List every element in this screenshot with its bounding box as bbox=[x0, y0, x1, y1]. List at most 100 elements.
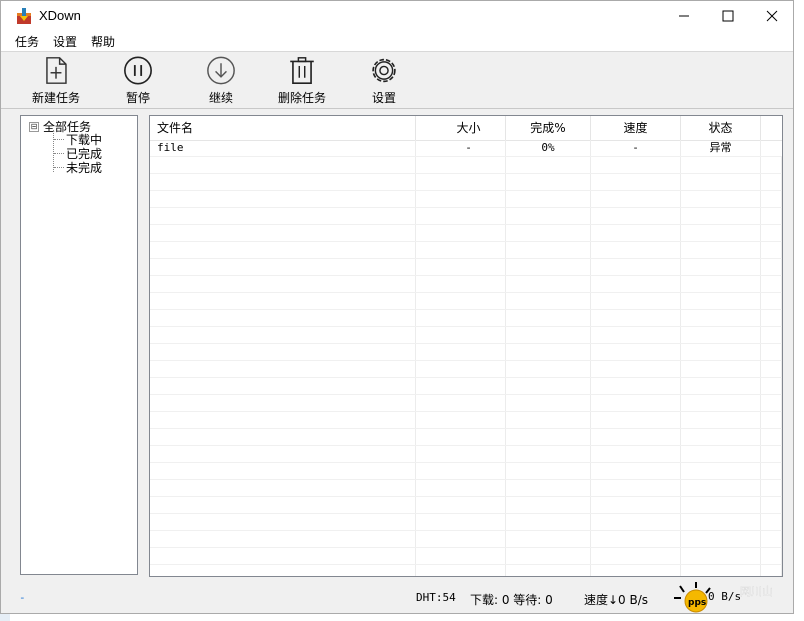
empty-cell bbox=[416, 293, 506, 309]
empty-cell bbox=[506, 395, 591, 411]
empty-cell bbox=[416, 208, 506, 224]
resume-button[interactable]: 继续 bbox=[181, 56, 261, 106]
empty-cell bbox=[150, 208, 416, 224]
menu-task[interactable]: 任务 bbox=[15, 33, 39, 50]
empty-cell bbox=[506, 242, 591, 258]
empty-cell bbox=[591, 344, 681, 360]
list-header: 文件名 大小 完成% 速度 状态 bbox=[150, 116, 782, 141]
menu-help[interactable]: 帮助 bbox=[91, 33, 115, 50]
column-header-filename[interactable]: 文件名 bbox=[150, 116, 416, 140]
window-title: XDown bbox=[39, 8, 81, 23]
empty-row bbox=[150, 191, 782, 208]
app-window: XDown 任务 设置 帮助 新建任务 暂停 继续 删除任务 设置 ⊟ 全部任务… bbox=[0, 0, 794, 614]
empty-cell bbox=[416, 344, 506, 360]
empty-cell bbox=[591, 225, 681, 241]
empty-cell bbox=[150, 293, 416, 309]
delete-task-button[interactable]: 删除任务 bbox=[262, 56, 342, 106]
empty-cell bbox=[150, 259, 416, 275]
empty-cell bbox=[681, 446, 761, 462]
cell-speed: - bbox=[591, 140, 681, 156]
column-header-speed[interactable]: 速度 bbox=[591, 116, 681, 140]
empty-cell bbox=[591, 412, 681, 428]
list-rows: file - 0% - 异常 bbox=[150, 140, 782, 576]
pause-icon bbox=[124, 56, 152, 85]
empty-cell bbox=[591, 157, 681, 173]
empty-cell bbox=[150, 514, 416, 530]
empty-cell bbox=[150, 480, 416, 496]
minimize-button[interactable] bbox=[661, 1, 707, 31]
empty-cell bbox=[150, 531, 416, 547]
empty-cell bbox=[416, 225, 506, 241]
empty-cell bbox=[761, 191, 782, 207]
maximize-button[interactable] bbox=[705, 1, 751, 31]
empty-row bbox=[150, 412, 782, 429]
empty-cell bbox=[506, 463, 591, 479]
empty-cell bbox=[416, 327, 506, 343]
empty-cell bbox=[761, 429, 782, 445]
empty-cell bbox=[506, 565, 591, 576]
empty-cell bbox=[591, 378, 681, 394]
empty-cell bbox=[416, 412, 506, 428]
new-task-button[interactable]: 新建任务 bbox=[16, 56, 96, 106]
empty-cell bbox=[416, 565, 506, 576]
tree-item-incomplete[interactable]: 未完成 bbox=[54, 159, 102, 176]
cell-size: - bbox=[416, 140, 506, 156]
empty-cell bbox=[416, 395, 506, 411]
empty-cell bbox=[681, 429, 761, 445]
svg-text:pps: pps bbox=[688, 598, 706, 608]
empty-cell bbox=[506, 497, 591, 513]
pause-button[interactable]: 暂停 bbox=[98, 56, 178, 106]
empty-cell bbox=[761, 480, 782, 496]
empty-cell bbox=[506, 208, 591, 224]
column-header-size[interactable]: 大小 bbox=[416, 116, 506, 140]
empty-cell bbox=[506, 446, 591, 462]
task-list: 文件名 大小 完成% 速度 状态 file - 0% - 异常 bbox=[149, 115, 783, 577]
column-header-status[interactable]: 状态 bbox=[681, 116, 761, 140]
empty-cell bbox=[416, 548, 506, 564]
column-header-percent[interactable]: 完成% bbox=[506, 116, 591, 140]
empty-cell bbox=[591, 395, 681, 411]
empty-cell bbox=[591, 497, 681, 513]
empty-row bbox=[150, 310, 782, 327]
empty-row bbox=[150, 548, 782, 565]
resume-icon bbox=[207, 56, 235, 85]
empty-cell bbox=[761, 208, 782, 224]
empty-cell bbox=[591, 429, 681, 445]
close-icon bbox=[766, 10, 778, 22]
empty-cell bbox=[591, 514, 681, 530]
empty-cell bbox=[761, 463, 782, 479]
empty-cell bbox=[761, 242, 782, 258]
empty-cell bbox=[591, 531, 681, 547]
empty-cell bbox=[150, 429, 416, 445]
empty-cell bbox=[416, 259, 506, 275]
empty-cell bbox=[681, 225, 761, 241]
empty-cell bbox=[681, 242, 761, 258]
empty-cell bbox=[761, 531, 782, 547]
empty-row bbox=[150, 361, 782, 378]
empty-cell bbox=[506, 412, 591, 428]
empty-cell bbox=[761, 395, 782, 411]
empty-cell bbox=[150, 548, 416, 564]
close-button[interactable] bbox=[749, 1, 795, 31]
empty-cell bbox=[506, 344, 591, 360]
empty-cell bbox=[506, 293, 591, 309]
empty-cell bbox=[150, 242, 416, 258]
status-speed: 速度↓0 B/s bbox=[584, 593, 649, 607]
empty-cell bbox=[681, 497, 761, 513]
new-task-label: 新建任务 bbox=[31, 91, 80, 105]
menu-settings[interactable]: 设置 bbox=[53, 33, 77, 50]
collapse-icon[interactable]: ⊟ bbox=[29, 121, 39, 132]
empty-cell bbox=[591, 191, 681, 207]
empty-row bbox=[150, 531, 782, 548]
empty-cell bbox=[416, 497, 506, 513]
empty-cell bbox=[416, 191, 506, 207]
table-row[interactable]: file - 0% - 异常 bbox=[150, 140, 782, 157]
empty-cell bbox=[761, 514, 782, 530]
settings-button[interactable]: 设置 bbox=[344, 56, 424, 106]
empty-cell bbox=[591, 565, 681, 576]
empty-cell bbox=[150, 361, 416, 377]
empty-cell bbox=[416, 531, 506, 547]
empty-cell bbox=[681, 514, 761, 530]
empty-cell bbox=[591, 276, 681, 292]
empty-cell bbox=[150, 497, 416, 513]
